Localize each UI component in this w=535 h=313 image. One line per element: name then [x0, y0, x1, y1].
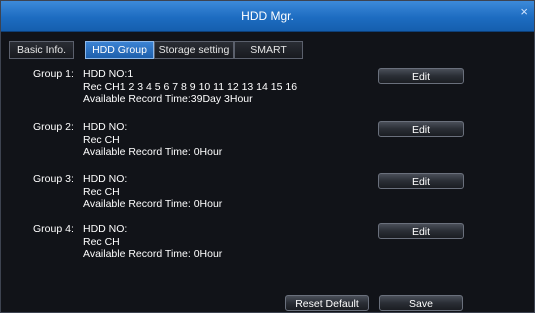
window-title: HDD Mgr.	[241, 9, 294, 23]
tab-smart[interactable]: SMART	[234, 41, 303, 59]
edit-group-3-button[interactable]: Edit	[378, 173, 464, 189]
tab-hdd-group[interactable]: HDD Group	[85, 41, 154, 59]
group-label: Group 1:	[33, 68, 74, 80]
group-label: Group 2:	[33, 121, 74, 133]
available-record-time: Available Record Time: 0Hour	[83, 146, 223, 158]
edit-group-1-button[interactable]: Edit	[378, 68, 464, 84]
close-icon[interactable]: ×	[520, 4, 528, 19]
hdd-no: HDD NO:	[83, 121, 128, 133]
available-record-time: Available Record Time: 0Hour	[83, 248, 223, 260]
rec-channels: Rec CH1 2 3 4 5 6 7 8 9 10 11 12 13 14 1…	[83, 80, 298, 93]
edit-group-2-button[interactable]: Edit	[378, 121, 464, 137]
tab-storage-setting[interactable]: Storage setting	[154, 41, 234, 59]
group-label: Group 4:	[33, 223, 74, 235]
edit-group-4-button[interactable]: Edit	[378, 223, 464, 239]
available-record-time: Available Record Time: 0Hour	[83, 198, 223, 210]
hdd-manager-dialog: HDD Mgr. × Basic Info. HDD Group Storage…	[0, 0, 535, 313]
title-bar: HDD Mgr. ×	[1, 1, 534, 32]
reset-default-button[interactable]: Reset Default	[285, 295, 369, 311]
rec-channels: Rec CH	[83, 185, 120, 198]
hdd-no: HDD NO:	[83, 223, 128, 235]
tab-basic-info[interactable]: Basic Info.	[9, 41, 74, 59]
hdd-no: HDD NO:	[83, 173, 128, 185]
save-button[interactable]: Save	[379, 295, 463, 311]
rec-channels: Rec CH	[83, 235, 120, 248]
group-label: Group 3:	[33, 173, 74, 185]
rec-channels: Rec CH	[83, 133, 120, 146]
available-record-time: Available Record Time:39Day 3Hour	[83, 93, 253, 105]
hdd-no: HDD NO:1	[83, 68, 134, 80]
